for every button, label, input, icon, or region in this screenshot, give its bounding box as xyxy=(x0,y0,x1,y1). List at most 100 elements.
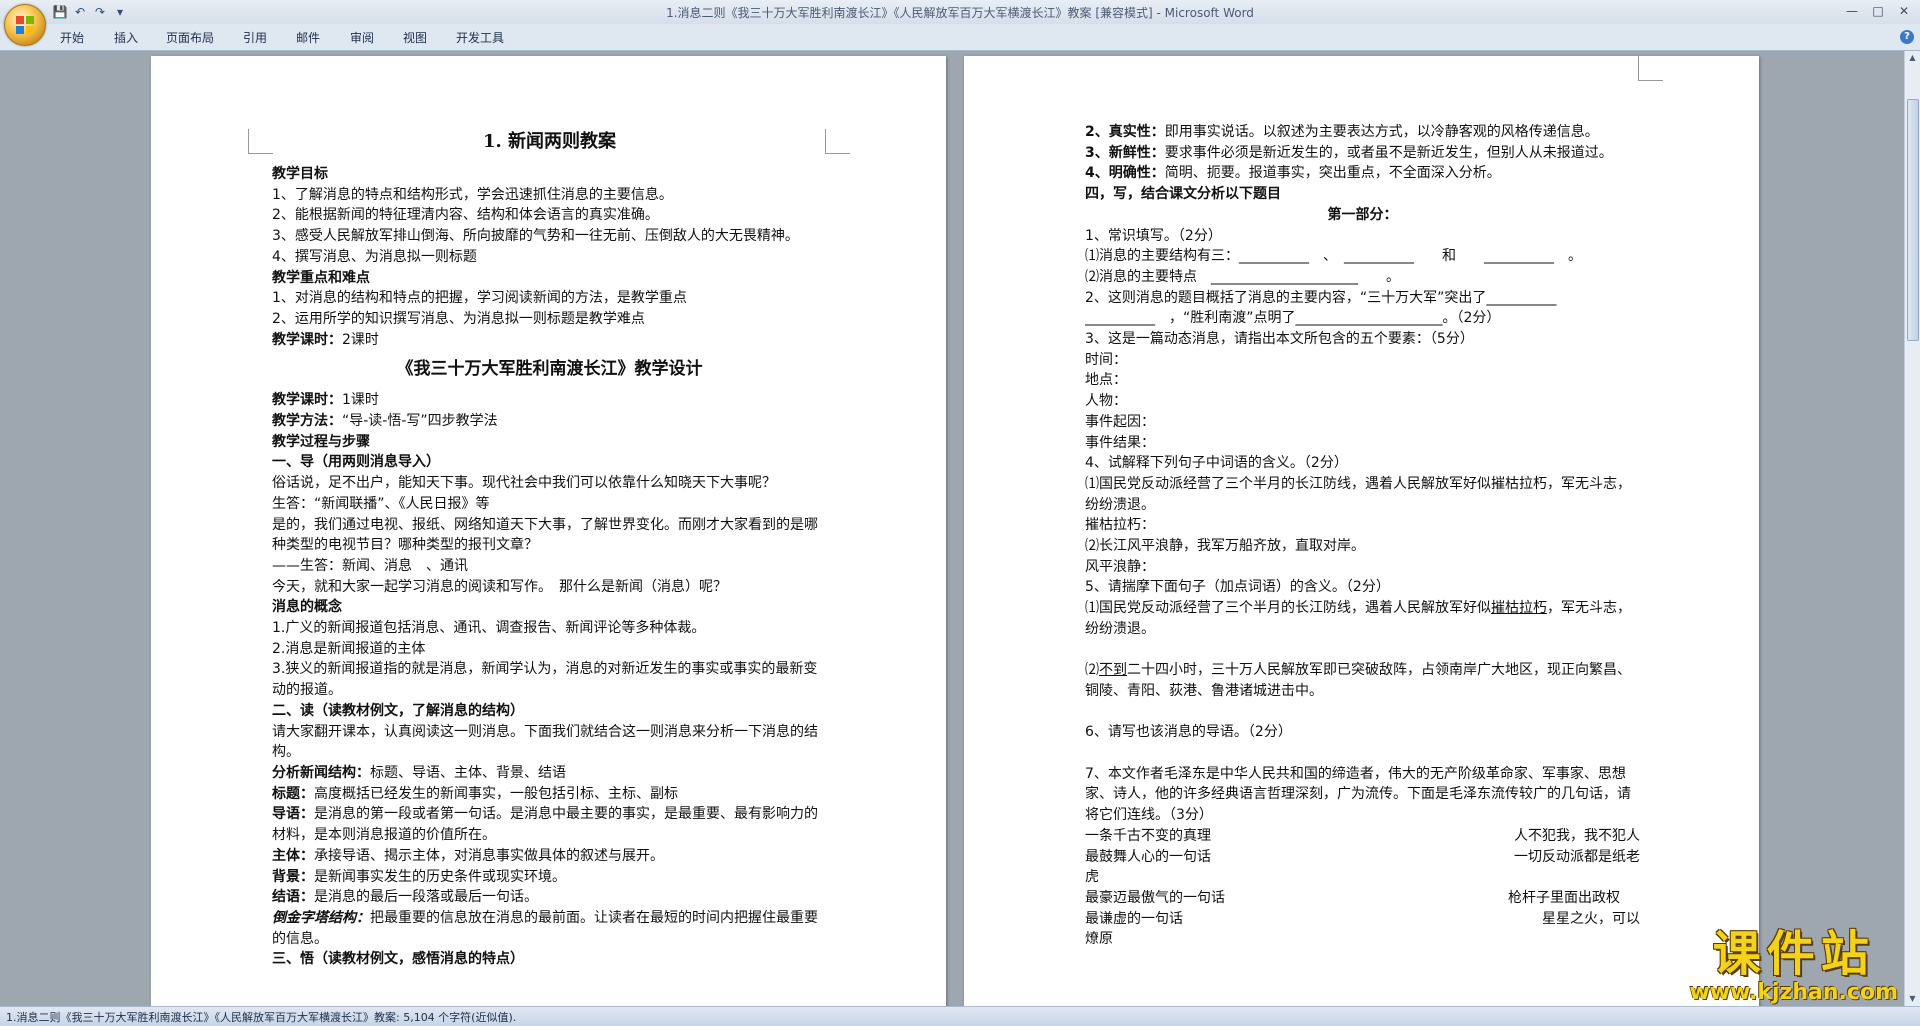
feature-line: 2、真实性：即用事实说话。以叙述为主要表达方式，以冷静客观的风格传递信息。 xyxy=(1085,122,1640,143)
class-hours-label: 教学课时： xyxy=(272,392,342,409)
title-bar: 💾 ↶ ↷ ▾ 1.消息二则《我三十万大军胜利南渡长江》《人民解放军百万大军横渡… xyxy=(0,0,1920,25)
marked-word: 摧枯拉朽 xyxy=(1491,600,1547,617)
crop-mark xyxy=(825,129,850,154)
term-label: 背景： xyxy=(272,868,314,885)
office-logo-icon xyxy=(16,16,34,34)
structure-line: 标题：高度概括已经发生的新闻事实，一般包括引标、主标、副标 xyxy=(272,784,827,805)
tab-home[interactable]: 开始 xyxy=(60,29,84,46)
term-value: 高度概括已经发生的新闻事实，一般包括引标、主标、副标 xyxy=(314,785,678,802)
watermark-url: www.kjzhan.com xyxy=(1689,980,1898,1005)
lesson-title: 1. 新闻两则教案 xyxy=(482,131,617,152)
scroll-down-icon[interactable]: ▼ xyxy=(1905,992,1920,1006)
term-label: 分析新闻结构： xyxy=(272,764,370,781)
element-line: 时间： xyxy=(1085,351,1127,368)
question-sentence: ⑴国民党反动派经营了三个半月的长江防线，遇着人民解放军好似摧枯拉朽，军无斗志，纷… xyxy=(1085,475,1631,513)
term-value: 承接导语、揭示主体，对消息事实做具体的叙述与展开。 xyxy=(314,847,664,864)
paragraph: 俗话说，足不出户，能知天下事。现代社会中我们可以依靠什么知晓天下大事呢？ xyxy=(272,475,776,492)
concept-heading: 消息的概念 xyxy=(272,599,342,616)
keypoint-line: 2、运用所学的知识撰写消息、为消息拟一则标题是教学难点 xyxy=(272,310,645,327)
class-hours-line: 教学课时：1课时 xyxy=(272,390,827,411)
matching-row: 最豪迈最傲气的一句话 枪杆子里面出政权 xyxy=(1085,888,1640,909)
feature-value: 要求事件必须是新近发生的，或者虽不是新近发生，但别人从未报道过。 xyxy=(1164,144,1613,161)
tab-page-layout[interactable]: 页面布局 xyxy=(166,29,214,46)
crop-mark xyxy=(248,129,273,154)
objective-line: 3、感受人民解放军排山倒海、所向披靡的气势和一往无前、压倒敌人的大无畏精神。 xyxy=(272,228,799,245)
question: 6、请写也该消息的导语。（2分） xyxy=(1085,724,1292,741)
step-heading: 一、导（用两则消息导入） xyxy=(272,454,440,471)
matching-right: 一切反动派都是纸老 xyxy=(1514,848,1640,865)
question: 5、请揣摩下面句子（加点词语）的含义。（2分） xyxy=(1085,579,1390,596)
question: 1、常识填写。（2分） xyxy=(1085,227,1222,244)
office-button[interactable] xyxy=(4,4,46,46)
window-title: 1.消息二则《我三十万大军胜利南渡长江》《人民解放军百万大军横渡长江》教案 [兼… xyxy=(666,6,1254,20)
question: 7、本文作者毛泽东是中华人民共和国的缔造者，伟大的无产阶级革命家、军事家、思想家… xyxy=(1085,765,1631,824)
tab-developer[interactable]: 开发工具 xyxy=(456,29,504,46)
feature-label: 3、新鲜性： xyxy=(1085,144,1165,161)
document-area: 1. 新闻两则教案 教学目标 1、了解消息的特点和结构形式，学会迅速抓住消息的主… xyxy=(0,51,1905,1006)
process-heading: 教学过程与步骤 xyxy=(272,433,370,450)
class-hours-line: 教学课时：2课时 xyxy=(272,330,827,351)
term-label: 标题： xyxy=(272,785,314,802)
matching-row: 最鼓舞人心的一句话 一切反动派都是纸老 xyxy=(1085,847,1640,868)
window-controls: — □ ✕ xyxy=(1840,2,1916,20)
matching-row: 一条千古不变的真理 人不犯我，我不犯人 xyxy=(1085,826,1640,847)
question-sentence: ⑵长江风平浪静，我军万船齐放，直取对岸。 xyxy=(1085,538,1365,555)
paragraph: 生答：“新闻联播”、《人民日报》等 xyxy=(272,495,490,512)
element-line: 地点： xyxy=(1085,372,1127,389)
matching-left: 最豪迈最傲气的一句话 xyxy=(1085,889,1225,906)
page-1-content[interactable]: 1. 新闻两则教案 教学目标 1、了解消息的特点和结构形式，学会迅速抓住消息的主… xyxy=(272,128,827,970)
question-sentence: ⑵不到二十四小时，三十万人民解放军即已突破敌阵，占领南岸广大地区，现正向繁昌、铜… xyxy=(1085,660,1640,701)
objective-line: 4、撰写消息、为消息拟一则标题 xyxy=(272,248,477,265)
scrollbar-thumb[interactable] xyxy=(1907,99,1919,341)
element-line: 摧枯拉朽： xyxy=(1085,517,1155,534)
page-2-content[interactable]: 2、真实性：即用事实说话。以叙述为主要表达方式，以冷静客观的风格传递信息。 3、… xyxy=(1085,122,1640,950)
question: 3、这是一篇动态消息，请指出本文所包含的五个要素：（5分） xyxy=(1085,331,1474,348)
element-line: 风平浪静： xyxy=(1085,558,1155,575)
class-hours-label: 教学课时： xyxy=(272,331,342,348)
marked-word: 不到 xyxy=(1099,662,1127,679)
question: 4、试解释下列句子中词语的含义。（2分） xyxy=(1085,455,1348,472)
tab-mailings[interactable]: 邮件 xyxy=(296,29,320,46)
vertical-scrollbar[interactable]: ▲ ▼ xyxy=(1904,51,1920,1006)
help-icon[interactable]: ? xyxy=(1900,30,1914,44)
part-heading: 第一部分： xyxy=(1327,206,1398,223)
keypoint-line: 1、对消息的结构和特点的把握，学习阅读新闻的方法，是教学重点 xyxy=(272,290,687,307)
paragraph: 1.广义的新闻报道包括消息、通讯、调查报告、新闻评论等多种体裁。 xyxy=(272,620,706,637)
tab-references[interactable]: 引用 xyxy=(243,29,267,46)
element-line: 人物： xyxy=(1085,393,1127,410)
tab-review[interactable]: 审阅 xyxy=(350,29,374,46)
crop-mark xyxy=(1638,56,1663,81)
empty-line xyxy=(1085,702,1640,723)
ribbon-tabs: 开始 插入 页面布局 引用 邮件 审阅 视图 开发工具 ? xyxy=(0,24,1920,51)
term-label: 倒金字塔结构： xyxy=(272,909,370,926)
question-sentence: ⑴国民党反动派经营了三个半月的长江防线，遇着人民解放军好似摧枯拉朽，军无斗志，纷… xyxy=(1085,598,1640,639)
tab-insert[interactable]: 插入 xyxy=(114,29,138,46)
method-line: 教学方法：“导-读-悟-写”四步教学法 xyxy=(272,411,827,432)
matching-right: 人不犯我，我不犯人 xyxy=(1514,827,1640,844)
structure-line: 导语：是消息的第一段或者第一句话。是消息中最主要的事实，是最重要、最有影响力的材… xyxy=(272,804,827,845)
empty-line xyxy=(1085,640,1640,661)
matching-continuation: 燎原 xyxy=(1085,931,1113,948)
term-value: 是新闻事实发生的历史条件或现实环境。 xyxy=(314,868,566,885)
matching-left: 最鼓舞人心的一句话 xyxy=(1085,848,1211,865)
class-hours-value: 1课时 xyxy=(342,392,379,409)
section-heading: 四，写，结合课文分析以下题目 xyxy=(1085,186,1281,203)
matching-right: 枪杆子里面出政权 xyxy=(1508,889,1620,906)
structure-line: 结语：是消息的最后一段落或最后一句话。 xyxy=(272,887,827,908)
paragraph: 今天，就和大家一起学习消息的阅读和写作。 那什么是新闻（消息）呢？ xyxy=(272,578,727,595)
watermark-title: 课件站 xyxy=(1712,926,1875,982)
scroll-up-icon[interactable]: ▲ xyxy=(1905,51,1920,65)
matching-row: 最谦虚的一句话 星星之火，可以 xyxy=(1085,909,1640,930)
feature-line: 4、明确性：简明、扼要。报道事实，突出重点，不全面深入分析。 xyxy=(1085,163,1640,184)
matching-left: 一条千古不变的真理 xyxy=(1085,827,1211,844)
maximize-button[interactable]: □ xyxy=(1866,2,1890,20)
structure-line: 背景：是新闻事实发生的历史条件或现实环境。 xyxy=(272,867,827,888)
empty-line xyxy=(1085,743,1640,764)
close-button[interactable]: ✕ xyxy=(1892,2,1916,20)
term-label: 导语： xyxy=(272,806,314,823)
keypoints-heading: 教学重点和难点 xyxy=(272,269,370,286)
tab-view[interactable]: 视图 xyxy=(403,29,427,46)
paragraph: ——生答：新闻、消息 、通讯 xyxy=(272,557,468,574)
feature-label: 2、真实性： xyxy=(1085,124,1165,140)
minimize-button[interactable]: — xyxy=(1840,2,1864,20)
